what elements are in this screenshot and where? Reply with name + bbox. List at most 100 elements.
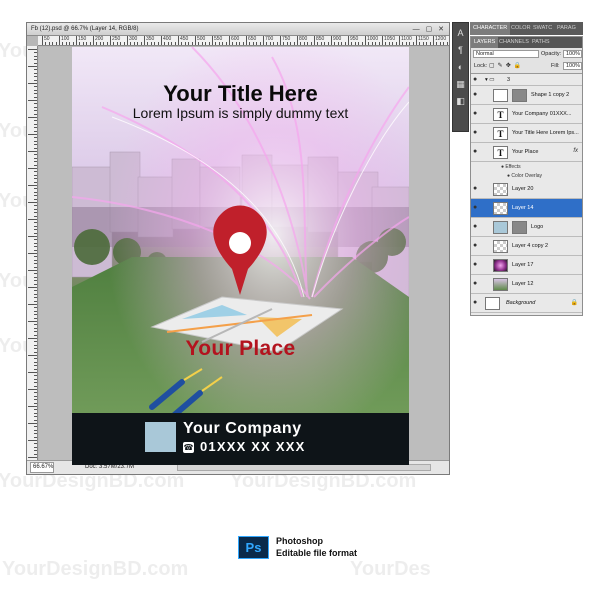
ruler-tick: [34, 276, 37, 278]
ruler-tick: [378, 42, 380, 45]
tab-channels[interactable]: CHANNELS: [496, 37, 532, 48]
ruler-tick: [290, 42, 292, 45]
window-controls[interactable]: — ▢ ✕: [413, 23, 446, 36]
character-panel-icon[interactable]: A: [454, 27, 467, 40]
ruler-tick: [222, 42, 224, 45]
layer-row[interactable]: ● T Your Place fx: [471, 143, 582, 162]
ruler-tick: [110, 36, 111, 45]
ruler-tick: [34, 127, 37, 129]
layer-row[interactable]: ● Layer 12: [471, 275, 582, 294]
layer-row[interactable]: ● T Your Company 01XXX...: [471, 105, 582, 124]
ruler-tick: [34, 72, 37, 74]
ruler-tick: [28, 49, 37, 50]
ruler-tick: [34, 154, 37, 156]
tab-layers[interactable]: LAYERS: [471, 37, 499, 48]
layer-thumbnail: [485, 297, 500, 310]
lock-label: Lock:: [474, 63, 488, 69]
fill-field[interactable]: 100%: [563, 62, 582, 70]
flyer-subtitle[interactable]: Lorem Ipsum is simply dummy text: [72, 105, 409, 121]
eye-icon[interactable]: ●: [473, 299, 477, 306]
layer-row[interactable]: ● Background 🔒: [471, 294, 582, 313]
ruler-tick: [300, 42, 302, 45]
ruler-tick: [34, 256, 37, 258]
ruler-tick: [34, 334, 37, 336]
ruler-tick: [99, 42, 101, 45]
layer-row[interactable]: ● T Your Title Here Lorem Ips...: [471, 124, 582, 143]
swatches-panel-icon[interactable]: ▦: [454, 78, 467, 91]
fx-icon[interactable]: fx: [573, 148, 578, 154]
eye-icon[interactable]: ●: [473, 280, 477, 287]
layer-row[interactable]: ● Shape 1 copy 2: [471, 86, 582, 105]
ruler-tick: [331, 36, 332, 45]
ruler-tick: [256, 42, 258, 45]
ruler-tick: [215, 42, 217, 45]
ruler-top[interactable]: 50 100 150 200 250 300 350 400 450 500 550 600 650 70…: [38, 36, 449, 46]
eye-icon[interactable]: ●: [473, 148, 477, 155]
color-overlay-row[interactable]: ● Color Overlay: [471, 171, 582, 180]
flyer-footer[interactable]: Your Company ☎ 01XXX XX XXX: [72, 413, 409, 465]
color-panel-icon[interactable]: ◐: [454, 61, 467, 74]
ruler-tick: [402, 42, 404, 45]
ruler-tick: [34, 161, 37, 163]
tab-character[interactable]: CHARACTER: [470, 22, 511, 35]
lock-icons[interactable]: ▢✎✥🔒: [489, 62, 524, 69]
layer-row[interactable]: ● Layer 14: [471, 199, 582, 218]
flyer-canvas[interactable]: Your Title Here Lorem Ipsum is simply du…: [72, 47, 409, 465]
phone-number[interactable]: 01XXX XX XXX: [200, 439, 305, 454]
ruler-tick: [28, 253, 37, 254]
eye-icon[interactable]: ●: [473, 91, 477, 98]
logo-placeholder[interactable]: [145, 422, 176, 452]
ruler-label: 1150: [418, 36, 429, 42]
phone-icon: ☎: [183, 442, 194, 453]
flyer-place-label[interactable]: Your Place: [72, 337, 409, 361]
horizontal-scrollbar[interactable]: [177, 464, 431, 471]
eye-icon[interactable]: ●: [473, 110, 477, 117]
eye-icon[interactable]: ●: [473, 185, 477, 192]
layer-row[interactable]: ● Logo: [471, 218, 582, 237]
color-overlay-label: ● Color Overlay: [507, 173, 542, 179]
layer-row[interactable]: ● Layer 17: [471, 256, 582, 275]
ruler-tick: [34, 181, 37, 183]
flyer-title[interactable]: Your Title Here: [72, 81, 409, 107]
ruler-tick: [127, 36, 128, 45]
zoom-field[interactable]: 66.67%: [30, 462, 54, 473]
opacity-field[interactable]: 100%: [563, 50, 582, 58]
eye-icon[interactable]: ●: [473, 223, 477, 230]
ruler-tick: [34, 310, 37, 312]
ruler-tick: [34, 103, 37, 105]
ruler-tick: [310, 42, 312, 45]
ruler-left[interactable]: [27, 46, 38, 460]
ruler-tick: [42, 36, 43, 45]
tab-paragraph[interactable]: PARAG: [554, 22, 579, 35]
layers-list: ● ▾ ▭ 3 ● Shape 1 copy 2 ● T Your Company 01…: [471, 74, 582, 315]
ruler-tick: [34, 433, 37, 435]
eye-icon[interactable]: ●: [473, 129, 477, 136]
eye-icon[interactable]: ●: [473, 76, 477, 83]
tab-paths[interactable]: PATHS: [529, 37, 553, 48]
ruler-label: 600: [231, 36, 240, 42]
tab-swatches[interactable]: SWATC: [530, 22, 555, 35]
character-tab-strip: CHARACTER COLOR SWATC PARAG: [470, 22, 583, 35]
ruler-tick: [34, 147, 37, 149]
document-title-bar[interactable]: Fb (12).psd @ 66.7% (Layer 14, RGB/8) — …: [27, 23, 449, 36]
ruler-tick: [368, 42, 370, 45]
ruler-label: 750: [282, 36, 291, 42]
eye-icon[interactable]: ●: [473, 204, 477, 211]
ruler-tick: [208, 42, 210, 45]
company-name[interactable]: Your Company: [183, 420, 302, 438]
effects-row[interactable]: ● Effects: [471, 162, 582, 171]
ruler-tick: [229, 36, 230, 45]
document-title: Fb (12).psd @ 66.7% (Layer 14, RGB/8): [31, 26, 139, 32]
ruler-tick: [348, 36, 349, 45]
ruler-tick: [191, 42, 193, 45]
ruler-tick: [34, 273, 37, 275]
paragraph-panel-icon[interactable]: ¶: [454, 44, 467, 57]
eye-icon[interactable]: ●: [473, 242, 477, 249]
ruler-tick: [45, 42, 47, 45]
layer-group[interactable]: ● ▾ ▭ 3: [471, 74, 582, 86]
layer-row[interactable]: ● Layer 20: [471, 180, 582, 199]
eye-icon[interactable]: ●: [473, 261, 477, 268]
blend-mode-select[interactable]: Normal: [473, 50, 539, 58]
layers-panel-icon[interactable]: ◧: [454, 95, 467, 108]
layer-row[interactable]: ● Layer 4 copy 2: [471, 237, 582, 256]
